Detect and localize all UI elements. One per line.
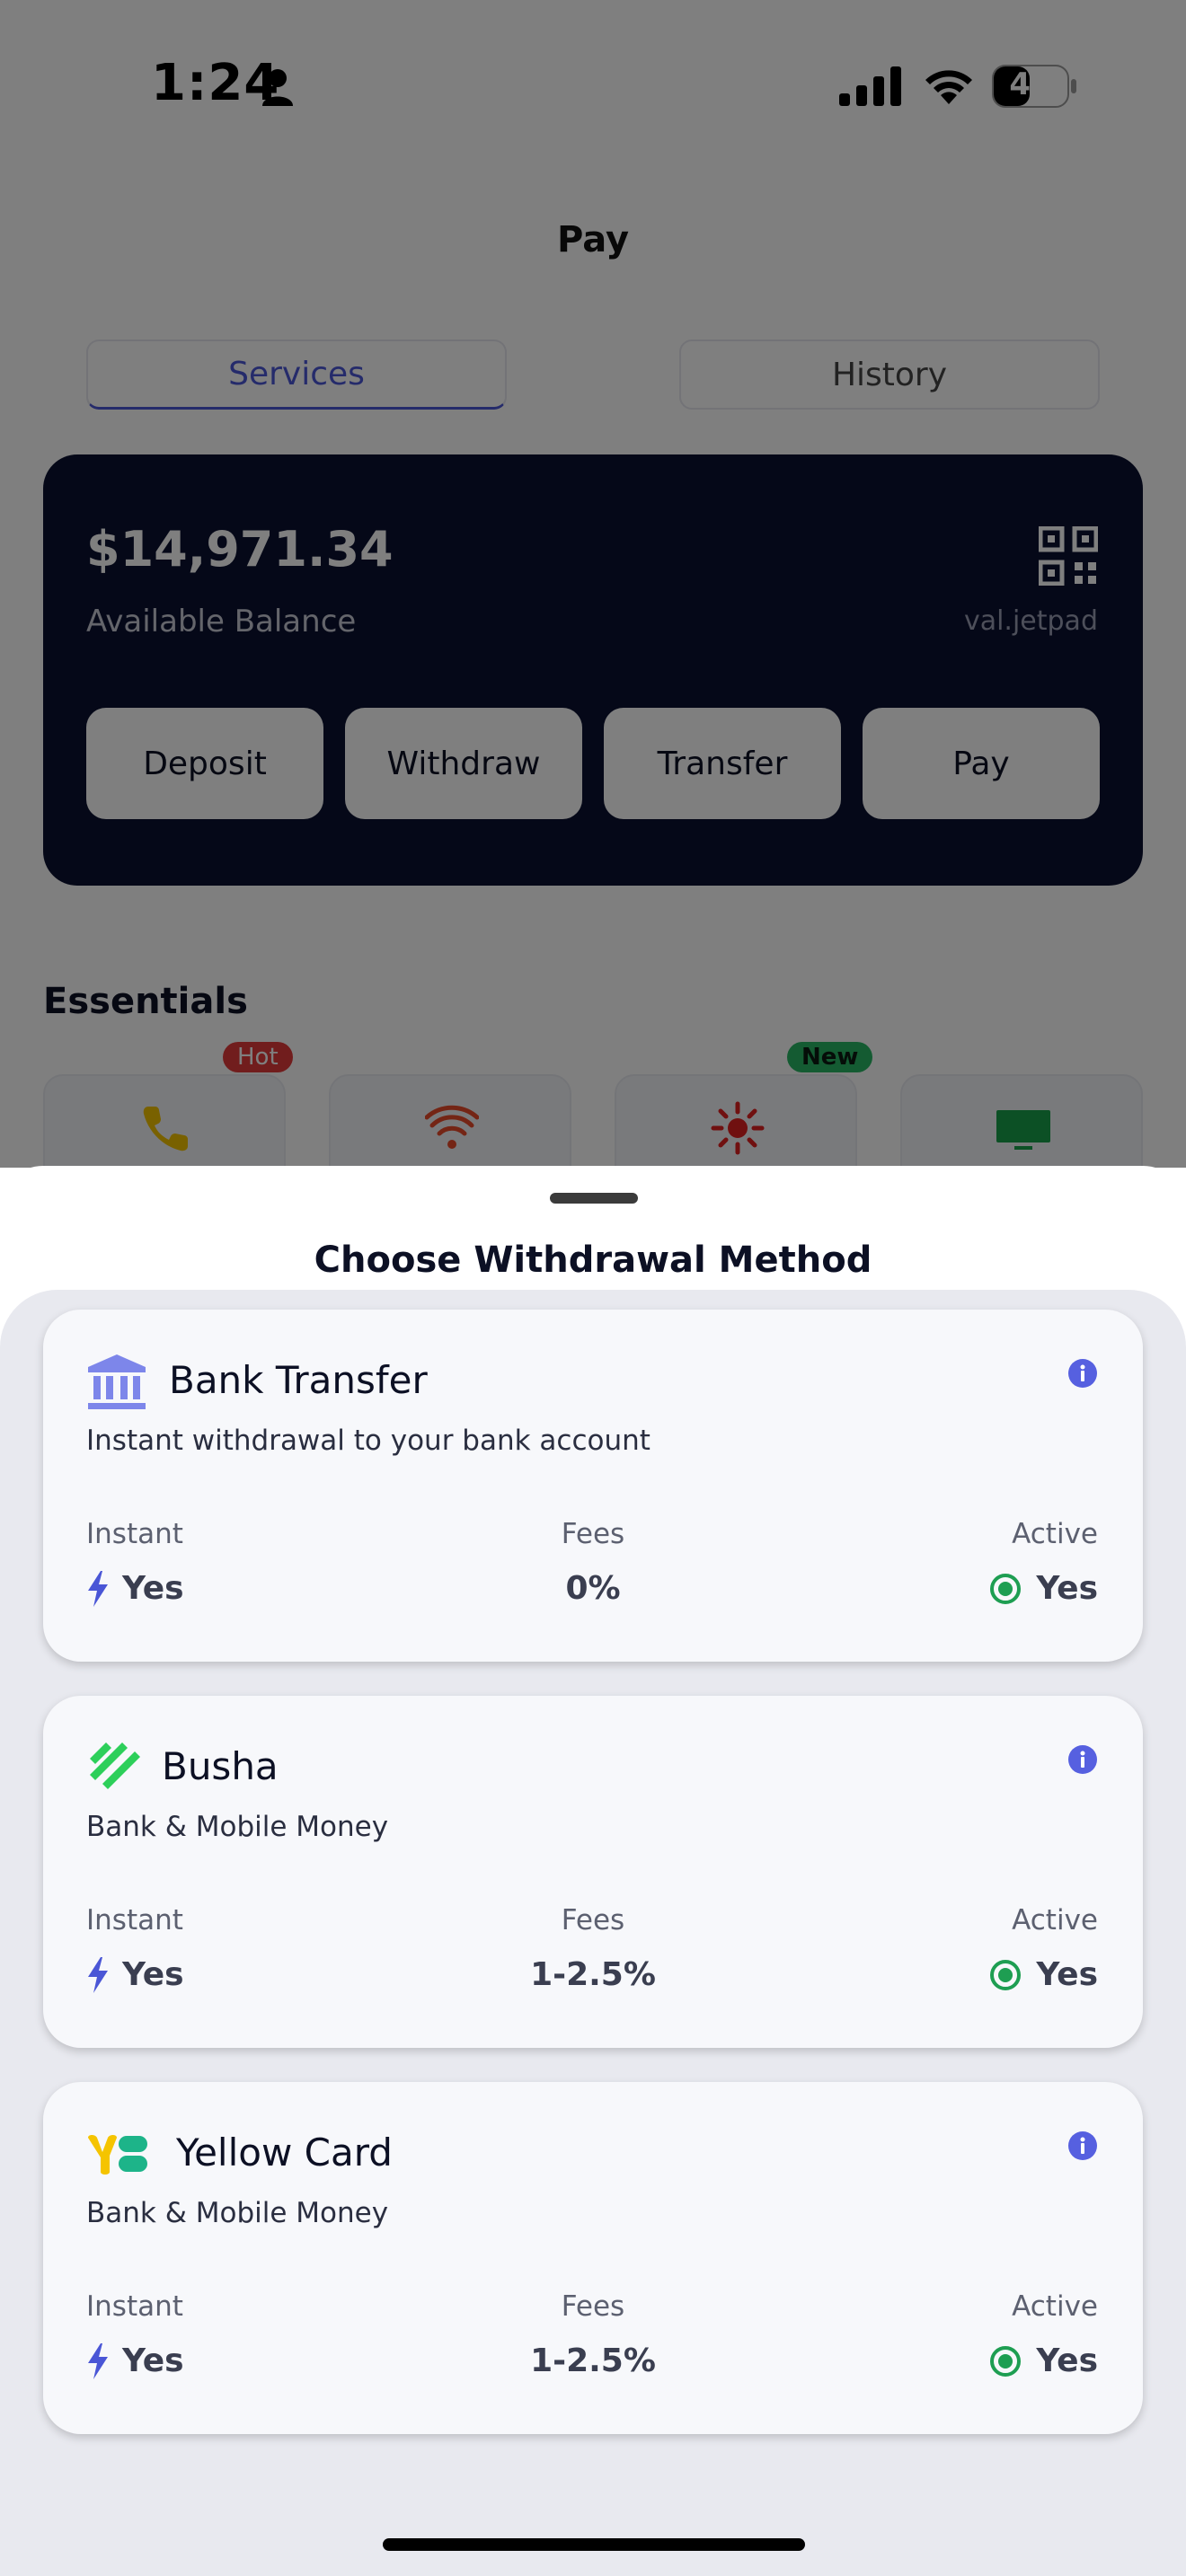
fees-label: Fees bbox=[561, 1518, 625, 1550]
method-name: Yellow Card bbox=[176, 2130, 393, 2175]
method-description: Instant withdrawal to your bank account bbox=[86, 1425, 651, 1457]
active-status-icon bbox=[990, 1573, 1022, 1604]
active-label: Active bbox=[1012, 1518, 1098, 1550]
method-card-bank-transfer[interactable]: Bank Transfer Instant withdrawal to your… bbox=[43, 1310, 1143, 1662]
active-value-text: Yes bbox=[1036, 1956, 1098, 1993]
method-name: Busha bbox=[162, 1744, 279, 1788]
active-label: Active bbox=[1012, 1904, 1098, 1936]
active-value: Yes bbox=[989, 2342, 1098, 2379]
active-value: Yes bbox=[989, 1570, 1098, 1607]
fees-value: 1-2.5% bbox=[530, 2342, 656, 2379]
yellow-card-logo-icon bbox=[88, 2135, 147, 2175]
active-value-text: Yes bbox=[1036, 2342, 1098, 2379]
method-description: Bank & Mobile Money bbox=[86, 2197, 389, 2229]
home-indicator[interactable] bbox=[383, 2538, 805, 2551]
method-description: Bank & Mobile Money bbox=[86, 1811, 389, 1843]
sheet-title: Choose Withdrawal Method bbox=[314, 1239, 872, 1281]
info-icon[interactable] bbox=[1067, 1358, 1098, 1389]
fees-label: Fees bbox=[561, 1904, 625, 1936]
modal-backdrop[interactable] bbox=[0, 0, 1186, 1168]
fees-value: 1-2.5% bbox=[530, 1956, 656, 1993]
active-value: Yes bbox=[989, 1956, 1098, 1993]
fees-label: Fees bbox=[561, 2290, 625, 2323]
sheet-grabber[interactable] bbox=[550, 1193, 638, 1204]
info-icon[interactable] bbox=[1067, 1744, 1098, 1775]
method-name: Bank Transfer bbox=[169, 1358, 428, 1402]
info-icon[interactable] bbox=[1067, 2130, 1098, 2161]
busha-logo-icon bbox=[90, 1742, 140, 1789]
sheet-body: Bank Transfer Instant withdrawal to your… bbox=[0, 1290, 1186, 2576]
withdrawal-method-sheet: Choose Withdrawal Method Bank Transfer I… bbox=[0, 1166, 1186, 2576]
active-status-icon bbox=[990, 2345, 1022, 2377]
fees-value: 0% bbox=[565, 1570, 621, 1607]
active-label: Active bbox=[1012, 2290, 1098, 2323]
method-card-yellow-card[interactable]: Yellow Card Bank & Mobile Money Instant … bbox=[43, 2082, 1143, 2434]
bank-icon bbox=[88, 1354, 146, 1409]
active-value-text: Yes bbox=[1036, 1570, 1098, 1607]
method-card-busha[interactable]: Busha Bank & Mobile Money Instant Fees A… bbox=[43, 1696, 1143, 2048]
active-status-icon bbox=[990, 1959, 1022, 1990]
